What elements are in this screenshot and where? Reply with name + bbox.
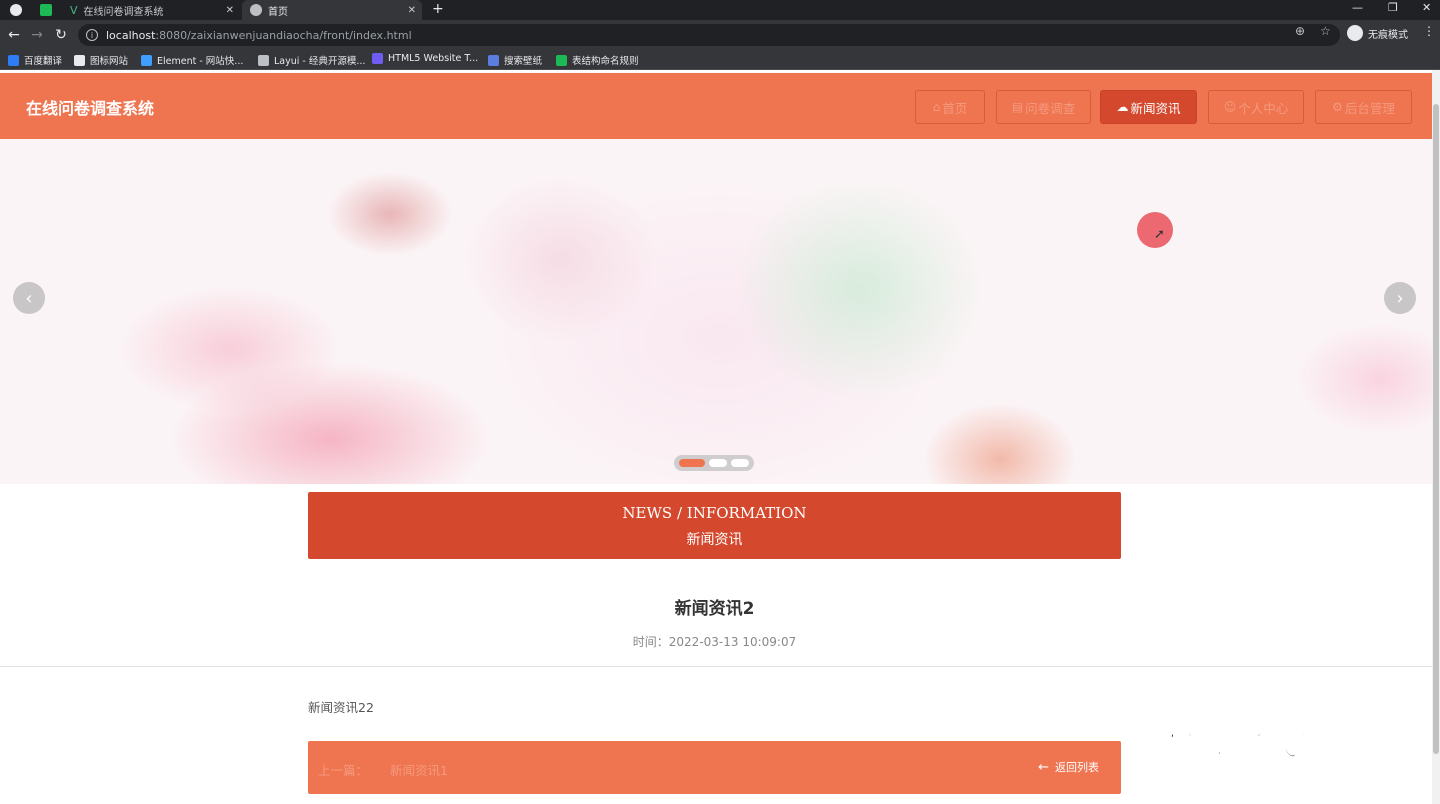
- bookmark-label: 图标网站: [90, 56, 129, 67]
- layui-icon: [258, 54, 269, 66]
- url-host: localhost: [106, 28, 156, 42]
- article-body: 新闻资讯22: [308, 700, 374, 715]
- chevron-left-icon: ‹: [25, 287, 33, 309]
- article-footer: 上一篇： 新闻资讯1 ← 返回列表: [308, 741, 1121, 794]
- wallpaper-icon: [488, 54, 499, 66]
- nav-label: 问卷调查: [1025, 100, 1076, 116]
- bookmark-item[interactable]: Element - 网站快...: [141, 53, 243, 67]
- chevron-right-icon: ›: [1396, 287, 1404, 309]
- scrollbar-thumb[interactable]: [1433, 104, 1439, 754]
- survey-icon: ▤: [1011, 100, 1024, 114]
- back-icon[interactable]: ←: [6, 26, 22, 44]
- url-path: :8080/zaixianwenjuandiaocha/front/index.…: [155, 28, 412, 42]
- flag-icon: [74, 54, 85, 66]
- site-header: 在线问卷调查系统 ⌂ 首页 ▤ 问卷调查 ☁ 新闻资讯 ☺ 个人中心 ⚙ 后台管…: [0, 73, 1432, 139]
- home-icon: ⌂: [932, 100, 941, 114]
- prev-label: 上一篇：: [318, 763, 369, 778]
- prev-article-link[interactable]: 新闻资讯1: [390, 760, 448, 779]
- menu-icon[interactable]: ⋮: [1423, 24, 1435, 38]
- carousel-dot[interactable]: [731, 459, 749, 467]
- bookmark-label: HTML5 Website T...: [388, 53, 479, 64]
- bookmark-item[interactable]: 搜索壁纸: [488, 53, 542, 67]
- carousel-dot[interactable]: [679, 459, 705, 467]
- carousel-dot[interactable]: [709, 459, 727, 467]
- nav-home[interactable]: ⌂ 首页: [915, 90, 985, 124]
- back-label: 返回列表: [1055, 761, 1099, 774]
- globe-icon: [250, 4, 262, 16]
- forward-icon[interactable]: →: [29, 26, 45, 44]
- sheet-icon: [40, 4, 52, 16]
- incognito-label: 无痕模式: [1368, 29, 1408, 41]
- mouse-pointer-icon: ➚: [1154, 227, 1165, 242]
- close-icon[interactable]: ✕: [408, 5, 416, 16]
- bookmark-item[interactable]: 表结构命名规则: [556, 53, 639, 67]
- section-header: NEWS / INFORMATION 新闻资讯: [308, 492, 1121, 559]
- bookmark-item[interactable]: 百度翻译: [8, 53, 62, 67]
- user-icon: ☺: [1223, 100, 1237, 114]
- nav-news[interactable]: ☁ 新闻资讯: [1100, 90, 1197, 124]
- browser-tab-3[interactable]: 首页 ✕: [242, 0, 422, 20]
- html5-icon: [372, 53, 383, 64]
- time-label: 时间：: [632, 635, 669, 649]
- back-to-list-button[interactable]: ← 返回列表: [1038, 759, 1099, 775]
- carousel-indicators: [674, 455, 754, 471]
- chrome-menu-icon[interactable]: [10, 4, 22, 16]
- tab-title: 在线问卷调查系统: [83, 6, 164, 18]
- arrow-left-icon: ←: [1038, 759, 1049, 775]
- bookmark-label: Element - 网站快...: [157, 56, 244, 67]
- incognito-indicator[interactable]: 无痕模式: [1347, 25, 1408, 41]
- time-value: 2022-03-13 10:09:07: [668, 635, 797, 649]
- bookmark-label: 百度翻译: [24, 56, 63, 67]
- nav-profile[interactable]: ☺ 个人中心: [1208, 90, 1304, 124]
- sheet-icon: [556, 54, 567, 66]
- bookmark-item[interactable]: 图标网站: [74, 53, 128, 67]
- minimize-button[interactable]: —: [1352, 0, 1363, 20]
- section-title-en: NEWS / INFORMATION: [622, 504, 807, 522]
- settings-icon: ⚙: [1332, 100, 1343, 114]
- nav-label: 首页: [942, 100, 968, 116]
- reload-icon[interactable]: ↻: [53, 26, 69, 44]
- carousel-next-button[interactable]: ›: [1384, 282, 1416, 314]
- nav-label: 后台管理: [1344, 100, 1395, 116]
- nav-admin[interactable]: ⚙ 后台管理: [1315, 90, 1412, 124]
- translate-icon: [8, 54, 19, 66]
- cloud-icon: ☁: [1116, 100, 1129, 114]
- site-title: 在线问卷调查系统: [26, 99, 155, 118]
- restore-button[interactable]: ❐: [1388, 0, 1398, 20]
- bookmark-label: Layui - 经典开源模...: [274, 56, 366, 67]
- bookmark-label: 表结构命名规则: [572, 56, 639, 67]
- element-icon: [141, 54, 152, 66]
- watermark: 毕设代做: [1164, 713, 1345, 766]
- bookmarks-bar: 百度翻译 图标网站 Element - 网站快... Layui - 经典开源模…: [0, 50, 1440, 70]
- section-title-cn: 新闻资讯: [686, 532, 743, 548]
- incognito-icon: [1347, 25, 1363, 41]
- nav-label: 新闻资讯: [1130, 100, 1181, 116]
- nav-survey[interactable]: ▤ 问卷调查: [996, 90, 1091, 124]
- bookmark-item[interactable]: Layui - 经典开源模...: [258, 53, 365, 67]
- article-title: 新闻资讯2: [674, 599, 755, 619]
- article-meta: 时间：2022-03-13 10:09:07: [308, 633, 1121, 650]
- info-icon[interactable]: i: [86, 29, 98, 41]
- vue-icon: V: [70, 3, 78, 17]
- close-window-button[interactable]: ✕: [1422, 0, 1431, 20]
- page-viewport: 在线问卷调查系统 ⌂ 首页 ▤ 问卷调查 ☁ 新闻资讯 ☺ 个人中心 ⚙ 后台管…: [0, 70, 1440, 804]
- zoom-icon[interactable]: ⊕: [1295, 24, 1305, 38]
- browser-tab-strip: V 在线问卷调查系统 ✕ 首页 ✕ + — ❐ ✕: [0, 0, 1440, 20]
- divider: [0, 666, 1432, 667]
- nav-label: 个人中心: [1238, 100, 1289, 116]
- tab-title: 首页: [268, 6, 288, 18]
- address-bar[interactable]: i localhost:8080/zaixianwenjuandiaocha/f…: [78, 24, 1340, 46]
- scrollbar[interactable]: [1432, 70, 1440, 804]
- carousel-prev-button[interactable]: ‹: [13, 282, 45, 314]
- bookmark-label: 搜索壁纸: [504, 56, 543, 67]
- new-tab-button[interactable]: +: [432, 1, 444, 17]
- browser-toolbar: ← → ↻ i localhost:8080/zaixianwenjuandia…: [0, 20, 1440, 50]
- star-icon[interactable]: ☆: [1320, 24, 1331, 38]
- carousel[interactable]: ‹ › ➚: [0, 139, 1432, 484]
- bookmark-item[interactable]: HTML5 Website T...: [372, 53, 478, 64]
- browser-tab-1[interactable]: [32, 0, 60, 20]
- close-icon[interactable]: ✕: [226, 5, 234, 16]
- browser-tab-2[interactable]: V 在线问卷调查系统 ✕: [62, 0, 240, 20]
